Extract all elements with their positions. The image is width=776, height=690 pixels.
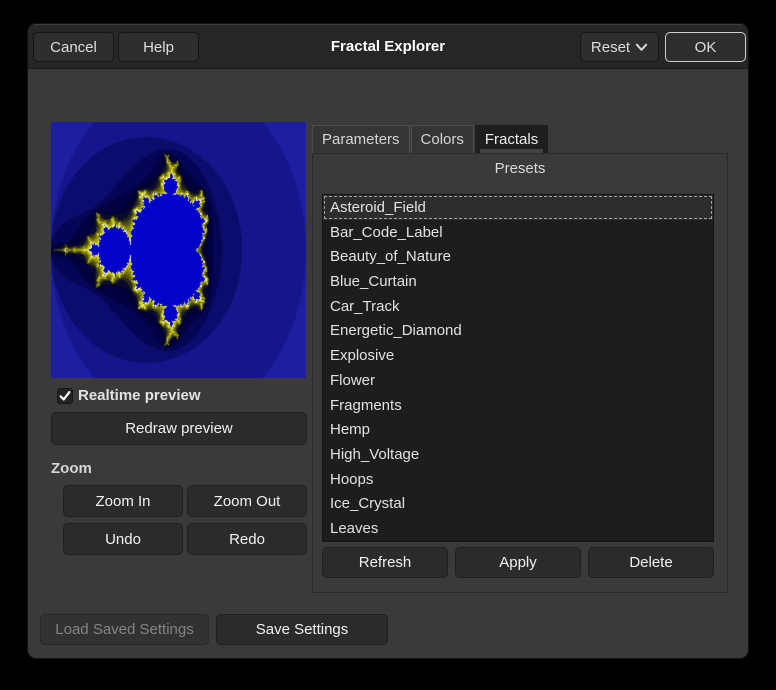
delete-button[interactable]: Delete bbox=[588, 547, 714, 578]
titlebar[interactable]: Cancel Help Fractal Explorer Reset OK bbox=[28, 24, 748, 69]
zoom-section-title: Zoom bbox=[51, 460, 92, 477]
cancel-button[interactable]: Cancel bbox=[33, 32, 114, 62]
tab-label: Parameters bbox=[322, 131, 400, 148]
preset-list-item[interactable]: High_Voltage bbox=[323, 442, 713, 467]
reset-dropdown-button[interactable]: Reset bbox=[580, 32, 659, 62]
realtime-preview-checkbox[interactable] bbox=[57, 388, 73, 404]
preset-actions: Refresh Apply Delete bbox=[322, 547, 714, 578]
fractal-preview[interactable] bbox=[51, 122, 306, 378]
undo-button[interactable]: Undo bbox=[63, 523, 183, 555]
preset-list-item[interactable]: Explosive bbox=[323, 343, 713, 368]
fractals-tab-panel: Presets Asteroid_FieldBar_Code_LabelBeau… bbox=[312, 153, 728, 593]
preset-list-item[interactable]: Blue_Curtain bbox=[323, 269, 713, 294]
presets-title: Presets bbox=[313, 160, 727, 177]
help-button[interactable]: Help bbox=[118, 32, 199, 62]
preset-list-item[interactable]: Hoops bbox=[323, 467, 713, 492]
reset-button-label: Reset bbox=[591, 39, 630, 56]
tab-parameters[interactable]: Parameters bbox=[312, 125, 410, 153]
preset-list-item[interactable]: Flower bbox=[323, 368, 713, 393]
preset-list-item[interactable]: Bar_Code_Label bbox=[323, 220, 713, 245]
screen-background: { "titlebar": { "title": "Fractal Explor… bbox=[0, 0, 776, 690]
redo-button[interactable]: Redo bbox=[187, 523, 307, 555]
preset-list-item[interactable]: Energetic_Diamond bbox=[323, 319, 713, 344]
preset-list-item[interactable]: Hemp bbox=[323, 417, 713, 442]
preset-list-item[interactable]: Beauty_of_Nature bbox=[323, 244, 713, 269]
zoom-in-button[interactable]: Zoom In bbox=[63, 485, 183, 517]
preset-list-item[interactable]: Asteroid_Field bbox=[323, 195, 713, 220]
save-settings-button[interactable]: Save Settings bbox=[216, 614, 388, 645]
preset-list-item[interactable]: Leaves bbox=[323, 516, 713, 541]
preset-list-item[interactable]: Ice_Crystal bbox=[323, 492, 713, 517]
preset-list-item[interactable]: Car_Track bbox=[323, 294, 713, 319]
load-saved-settings-button[interactable]: Load Saved Settings bbox=[40, 614, 209, 645]
checkmark-icon bbox=[59, 390, 71, 402]
notebook-tab-bar: Parameters Colors Fractals bbox=[312, 125, 549, 153]
refresh-button[interactable]: Refresh bbox=[322, 547, 448, 578]
tab-fractals[interactable]: Fractals bbox=[475, 125, 548, 153]
realtime-preview-label: Realtime preview bbox=[78, 387, 201, 404]
tab-colors[interactable]: Colors bbox=[411, 125, 474, 153]
zoom-out-button[interactable]: Zoom Out bbox=[187, 485, 307, 517]
preset-list[interactable]: Asteroid_FieldBar_Code_LabelBeauty_of_Na… bbox=[322, 194, 714, 542]
tab-label: Colors bbox=[421, 131, 464, 148]
ok-button[interactable]: OK bbox=[665, 32, 746, 62]
preset-list-item[interactable]: Fragments bbox=[323, 393, 713, 418]
redraw-preview-button[interactable]: Redraw preview bbox=[51, 412, 307, 445]
fractal-explorer-dialog: Cancel Help Fractal Explorer Reset OK Re… bbox=[27, 23, 749, 659]
tab-label: Fractals bbox=[485, 131, 538, 148]
apply-button[interactable]: Apply bbox=[455, 547, 581, 578]
chevron-down-icon bbox=[635, 41, 648, 53]
